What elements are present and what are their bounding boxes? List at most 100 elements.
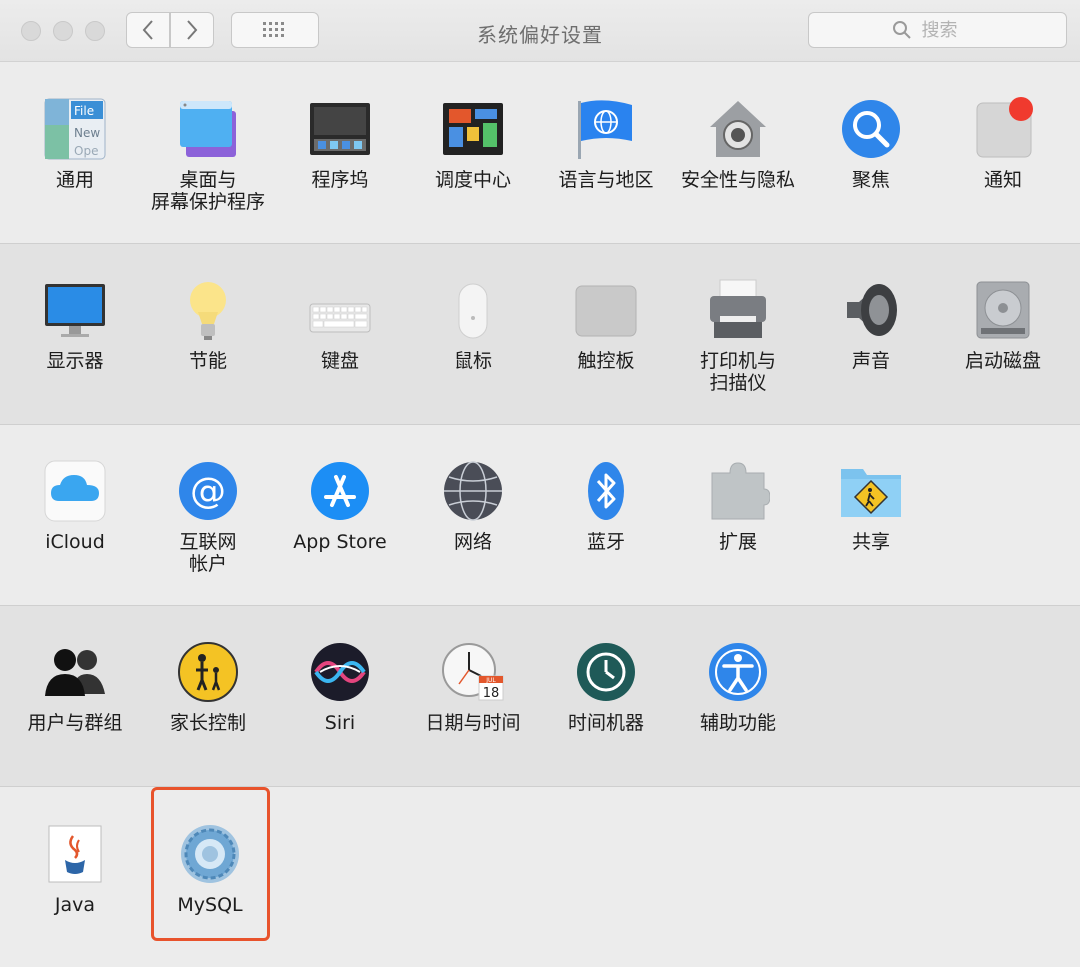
mission-control-icon xyxy=(443,103,503,155)
pane-label: 通用 xyxy=(55,169,94,191)
pane-label: 互联网 帐户 xyxy=(179,531,237,575)
pane-printers-scanners[interactable]: 打印机与 扫描仪 xyxy=(672,278,804,394)
system-preferences-window: 系统偏好设置 File New Ope 通用 xyxy=(0,0,1080,967)
pane-label: 共享 xyxy=(851,531,890,553)
pane-label: 日期与时间 xyxy=(425,712,521,734)
pane-icloud[interactable]: iCloud xyxy=(9,459,141,553)
svg-text:18: 18 xyxy=(483,686,500,701)
magnifier-icon xyxy=(842,100,900,158)
pane-internet-accounts[interactable]: @ 互联网 帐户 xyxy=(142,459,274,575)
pane-label: 安全性与隐私 xyxy=(680,169,795,191)
pane-label: App Store xyxy=(293,531,387,553)
pane-label: 打印机与 扫描仪 xyxy=(699,350,776,394)
siri-icon xyxy=(311,643,369,701)
users-icon xyxy=(45,649,105,696)
cloud-icon xyxy=(44,460,106,522)
globe-network-icon xyxy=(444,461,502,521)
pane-label: 显示器 xyxy=(46,350,104,372)
dock-icon xyxy=(310,103,370,155)
pane-sound[interactable]: 声音 xyxy=(805,278,937,372)
pane-notifications[interactable]: 通知 xyxy=(937,97,1069,191)
trackpad-icon xyxy=(575,285,637,337)
pane-label: 触控板 xyxy=(577,350,635,372)
lightbulb-icon xyxy=(190,282,226,340)
pane-label: 网络 xyxy=(453,531,492,553)
puzzle-icon xyxy=(711,462,770,520)
general-file-icon: File New Ope xyxy=(44,98,106,160)
keyboard-icon xyxy=(309,303,371,333)
pane-language-region[interactable]: 语言与地区 xyxy=(540,97,672,191)
search-field[interactable] xyxy=(808,12,1067,48)
clock-calendar-icon: JUL 18 xyxy=(442,643,504,701)
svg-text:@: @ xyxy=(190,471,226,512)
pane-label: 通知 xyxy=(983,169,1022,191)
pane-label: 语言与地区 xyxy=(558,169,654,191)
accessibility-icon xyxy=(709,643,767,701)
pane-label: iCloud xyxy=(45,531,105,553)
monitor-icon xyxy=(45,284,105,337)
pane-label: 时间机器 xyxy=(567,712,644,734)
java-cup-icon xyxy=(48,825,102,883)
pane-bluetooth[interactable]: 蓝牙 xyxy=(540,459,672,553)
svg-text:Ope: Ope xyxy=(74,144,98,158)
pane-accessibility[interactable]: 辅助功能 xyxy=(672,640,804,734)
pane-displays[interactable]: 显示器 xyxy=(9,278,141,372)
search-icon xyxy=(892,21,911,39)
printer-icon xyxy=(710,279,766,338)
pane-label: 程序坞 xyxy=(311,169,369,191)
pane-date-time[interactable]: JUL 18 日期与时间 xyxy=(407,640,539,734)
pane-siri[interactable]: Siri xyxy=(274,640,406,734)
pane-keyboard[interactable]: 键盘 xyxy=(274,278,406,372)
search-input[interactable] xyxy=(919,18,984,42)
at-sign-icon: @ xyxy=(179,462,237,520)
pane-users-groups[interactable]: 用户与群组 xyxy=(9,640,141,734)
app-store-icon xyxy=(311,462,369,520)
pane-label: 用户与群组 xyxy=(27,712,123,734)
pane-label: Siri xyxy=(324,712,356,734)
pane-label: 启动磁盘 xyxy=(964,350,1041,372)
pane-label: 调度中心 xyxy=(434,169,511,191)
speaker-icon xyxy=(847,284,897,336)
flag-globe-icon xyxy=(578,100,632,159)
pane-label: 声音 xyxy=(851,350,890,372)
pane-java[interactable]: Java xyxy=(9,822,141,916)
pane-trackpad[interactable]: 触控板 xyxy=(540,278,672,372)
pane-network[interactable]: 网络 xyxy=(407,459,539,553)
pane-startup-disk[interactable]: 启动磁盘 xyxy=(937,278,1069,372)
mysql-highlight-frame xyxy=(151,787,270,941)
pane-extensions[interactable]: 扩展 xyxy=(672,459,804,553)
pane-app-store[interactable]: App Store xyxy=(274,459,406,553)
bluetooth-icon xyxy=(588,462,624,520)
pane-label: 桌面与 屏幕保护程序 xyxy=(150,169,265,213)
pane-label: 节能 xyxy=(188,350,227,372)
pane-time-machine[interactable]: 时间机器 xyxy=(540,640,672,734)
pane-parental-controls[interactable]: 家长控制 xyxy=(142,640,274,734)
pane-sharing[interactable]: 共享 xyxy=(805,459,937,553)
pane-label: 家长控制 xyxy=(169,712,246,734)
title-bar: 系统偏好设置 xyxy=(0,0,1080,62)
hard-disk-icon xyxy=(976,281,1030,339)
notification-icon xyxy=(976,97,1033,158)
pane-dock[interactable]: 程序坞 xyxy=(274,97,406,191)
pane-spotlight[interactable]: 聚焦 xyxy=(805,97,937,191)
pane-mouse[interactable]: 鼠标 xyxy=(407,278,539,372)
pane-general[interactable]: File New Ope 通用 xyxy=(9,97,141,191)
pane-label: 聚焦 xyxy=(851,169,890,191)
shared-folder-icon xyxy=(841,469,901,517)
svg-text:JUL: JUL xyxy=(485,677,496,684)
pane-label: 扩展 xyxy=(718,531,757,553)
pane-label: 蓝牙 xyxy=(586,531,625,553)
svg-text:File: File xyxy=(74,104,94,118)
pane-mission-control[interactable]: 调度中心 xyxy=(407,97,539,191)
pane-security-privacy[interactable]: 安全性与隐私 xyxy=(672,97,804,191)
parental-icon xyxy=(178,642,238,702)
pane-label: 键盘 xyxy=(320,350,359,372)
desktop-screensaver-icon xyxy=(180,101,236,157)
mouse-icon xyxy=(458,283,488,339)
pane-desktop-screensaver[interactable]: 桌面与 屏幕保护程序 xyxy=(142,97,274,213)
pane-label: Java xyxy=(54,894,96,916)
pane-label: 辅助功能 xyxy=(699,712,776,734)
pane-energy-saver[interactable]: 节能 xyxy=(142,278,274,372)
house-lock-icon xyxy=(710,101,766,157)
pane-label: 鼠标 xyxy=(453,350,492,372)
